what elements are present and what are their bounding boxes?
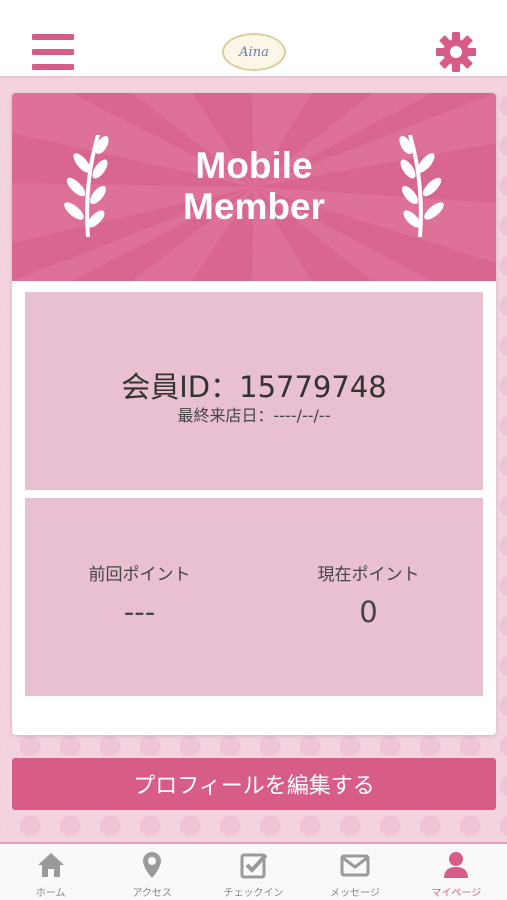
app-header: Aina <box>0 0 507 78</box>
tab-mypage-label: マイページ <box>431 888 482 899</box>
previous-points: 前回ポイント --- <box>25 560 254 629</box>
tab-access-label: アクセス <box>132 888 172 899</box>
mail-icon <box>340 854 370 877</box>
current-points-label: 現在ポイント <box>317 565 420 585</box>
member-id: 会員ID：15779748 <box>121 370 387 404</box>
edit-profile-button[interactable]: プロフィールを編集する <box>12 758 496 810</box>
tab-home[interactable]: ホーム <box>0 844 101 900</box>
shop-logo[interactable]: Aina <box>222 33 286 71</box>
previous-points-value: --- <box>123 595 156 629</box>
checkin-icon <box>240 853 267 879</box>
tab-message-label: メッセージ <box>330 888 380 899</box>
points-panel: 前回ポイント --- 現在ポイント 0 <box>25 498 483 696</box>
tab-message[interactable]: メッセージ <box>304 844 405 900</box>
last-visit-date: 最終来店日：----/--/-- <box>177 406 331 425</box>
hamburger-menu-icon[interactable] <box>32 34 74 70</box>
banner-title: Mobile Member <box>183 145 325 227</box>
gear-icon[interactable] <box>434 30 478 74</box>
current-points-value: 0 <box>359 595 378 629</box>
previous-points-label: 前回ポイント <box>88 565 191 585</box>
user-icon <box>444 852 469 878</box>
member-info-panel: 会員ID：15779748 最終来店日：----/--/-- <box>25 292 483 490</box>
logo-text: Aina <box>239 44 269 60</box>
tab-mypage[interactable]: マイページ <box>406 844 507 900</box>
tab-checkin-label: チェックイン <box>223 888 284 899</box>
bottom-tab-bar: ホーム アクセス チェックイン メッセージ マイページ <box>0 842 507 900</box>
tab-access[interactable]: アクセス <box>101 844 202 900</box>
map-pin-icon <box>143 852 162 878</box>
tab-checkin[interactable]: チェックイン <box>203 844 304 900</box>
mobile-member-banner: Mobile Member <box>12 93 496 281</box>
current-points: 現在ポイント 0 <box>254 560 483 629</box>
member-card: Mobile Member 会員ID：15779748 最終来店日：----/-… <box>12 93 496 735</box>
home-icon <box>37 853 64 877</box>
tab-home-label: ホーム <box>35 888 66 899</box>
